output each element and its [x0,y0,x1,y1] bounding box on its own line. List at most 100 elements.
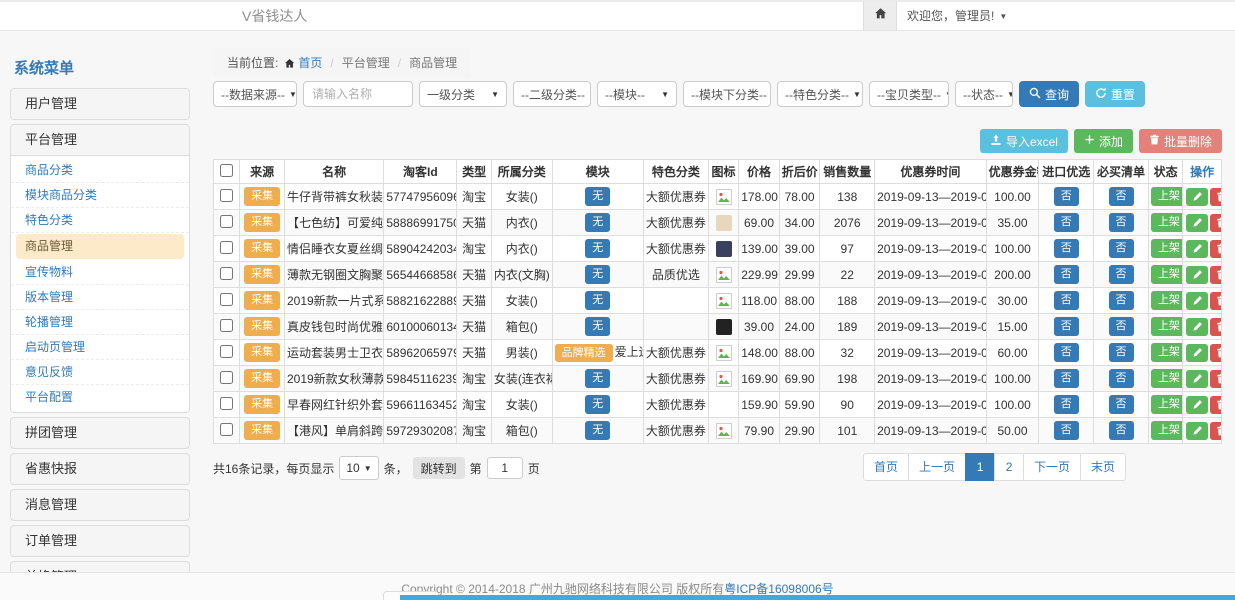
status-badge[interactable]: 上架 [1151,239,1183,257]
module-badge[interactable]: 无 [585,395,610,413]
must-buy-badge[interactable]: 否 [1109,291,1134,309]
module-badge[interactable]: 无 [585,421,610,439]
status-badge[interactable]: 上架 [1151,317,1183,335]
module-badge[interactable]: 无 [585,239,610,257]
search-button[interactable]: 查询 [1019,81,1079,107]
status-badge[interactable]: 上架 [1151,421,1183,439]
row-checkbox[interactable] [220,215,233,228]
user-menu[interactable]: 欢迎您，管理员!▼ [907,2,1007,31]
sidebar-item-carousel-management[interactable]: 轮播管理 [11,310,189,335]
pager-last-page[interactable]: 末页 [1080,453,1126,481]
edit-button[interactable] [1186,396,1208,414]
sidebar-item-version-management[interactable]: 版本管理 [11,285,189,310]
pager-next-page[interactable]: 下一页 [1023,453,1081,481]
module-badge[interactable]: 无 [585,265,610,283]
row-checkbox[interactable] [220,371,233,384]
edit-button[interactable] [1186,370,1208,388]
status-badge[interactable]: 上架 [1151,265,1183,283]
home-button[interactable] [863,2,897,30]
must-buy-badge[interactable]: 否 [1109,213,1134,231]
sidebar-item-feedback[interactable]: 意见反馈 [11,360,189,385]
must-buy-badge[interactable]: 否 [1109,369,1134,387]
delete-button[interactable] [1210,370,1221,388]
edit-button[interactable] [1186,214,1208,232]
batch-delete-button[interactable]: 批量删除 [1139,129,1222,153]
pager-page-2[interactable]: 2 [994,453,1024,481]
status-badge[interactable]: 上架 [1151,213,1183,231]
per-page-select[interactable]: 10 ▼ [339,456,378,480]
row-checkbox[interactable] [220,345,233,358]
module-badge[interactable]: 无 [585,291,610,309]
module-badge[interactable]: 无 [585,369,610,387]
row-checkbox[interactable] [220,397,233,410]
must-buy-badge[interactable]: 否 [1109,395,1134,413]
sidebar-heading-message-management[interactable]: 消息管理 [11,490,189,520]
sidebar-item-module-product-category[interactable]: 模块商品分类 [11,183,189,208]
pager-page-1[interactable]: 1 [965,453,995,481]
edit-button[interactable] [1186,240,1208,258]
must-buy-badge[interactable]: 否 [1109,239,1134,257]
row-checkbox[interactable] [220,293,233,306]
filter-select-module[interactable]: --模块--▼ [597,81,677,107]
edit-button[interactable] [1186,344,1208,362]
filter-select-category-level2[interactable]: --二级分类--▼ [513,81,591,107]
edit-button[interactable] [1186,318,1208,336]
module-badge[interactable]: 无 [585,187,610,205]
must-buy-badge[interactable]: 否 [1109,187,1134,205]
delete-button[interactable] [1210,422,1221,440]
status-badge[interactable]: 上架 [1151,291,1183,309]
row-checkbox[interactable] [220,319,233,332]
filter-select-feature-category[interactable]: --特色分类--▼ [777,81,863,107]
must-buy-badge[interactable]: 否 [1109,265,1134,283]
sidebar-item-product-management[interactable]: 商品管理 [16,234,184,259]
delete-button[interactable] [1210,188,1221,206]
delete-button[interactable] [1210,396,1221,414]
import-select-badge[interactable]: 否 [1054,395,1079,413]
import-select-badge[interactable]: 否 [1054,213,1079,231]
breadcrumb-home-link[interactable]: 首页 [298,56,322,70]
filter-select-item-type[interactable]: --宝贝类型--▼ [869,81,949,107]
row-checkbox[interactable] [220,189,233,202]
sidebar-item-splash-management[interactable]: 启动页管理 [11,335,189,360]
import-select-badge[interactable]: 否 [1054,265,1079,283]
sidebar-item-platform-config[interactable]: 平台配置 [11,385,189,410]
delete-button[interactable] [1210,240,1221,258]
edit-button[interactable] [1186,188,1208,206]
module-badge[interactable]: 品牌精选 [555,344,613,362]
filter-select-category-level1[interactable]: 一级分类▼ [419,81,507,107]
delete-button[interactable] [1210,344,1221,362]
status-badge[interactable]: 上架 [1151,343,1183,361]
import-select-badge[interactable]: 否 [1054,291,1079,309]
filter-select-data-source[interactable]: --数据来源--▼ [213,81,297,107]
sidebar-heading-savings-express[interactable]: 省惠快报 [11,454,189,484]
module-badge[interactable]: 无 [585,317,610,335]
must-buy-badge[interactable]: 否 [1109,343,1134,361]
pager-prev-page[interactable]: 上一页 [908,453,966,481]
add-button[interactable]: 添加 [1074,129,1133,153]
module-badge[interactable]: 无 [585,213,610,231]
import-select-badge[interactable]: 否 [1054,343,1079,361]
row-checkbox[interactable] [220,267,233,280]
import-select-badge[interactable]: 否 [1054,239,1079,257]
edit-button[interactable] [1186,422,1208,440]
jump-button[interactable]: 跳转到 [413,457,465,479]
delete-button[interactable] [1210,266,1221,284]
status-badge[interactable]: 上架 [1151,395,1183,413]
delete-button[interactable] [1210,292,1221,310]
reset-button[interactable]: 重置 [1085,81,1145,107]
edit-button[interactable] [1186,266,1208,284]
sidebar-item-promo-material[interactable]: 宣传物料 [11,260,189,285]
sidebar-item-product-category[interactable]: 商品分类 [11,158,189,183]
sidebar-heading-order-management[interactable]: 订单管理 [11,526,189,556]
must-buy-badge[interactable]: 否 [1109,317,1134,335]
icp-link[interactable]: 粤ICP备16098006号 [724,582,833,596]
status-badge[interactable]: 上架 [1151,187,1183,205]
must-buy-badge[interactable]: 否 [1109,421,1134,439]
import-excel-button[interactable]: 导入excel [980,129,1068,153]
import-select-badge[interactable]: 否 [1054,369,1079,387]
sidebar-heading-platform-management[interactable]: 平台管理 [11,125,189,155]
edit-button[interactable] [1186,292,1208,310]
import-select-badge[interactable]: 否 [1054,317,1079,335]
select-all-checkbox[interactable] [220,164,233,177]
sidebar-heading-group-buy-management[interactable]: 拼团管理 [11,418,189,448]
